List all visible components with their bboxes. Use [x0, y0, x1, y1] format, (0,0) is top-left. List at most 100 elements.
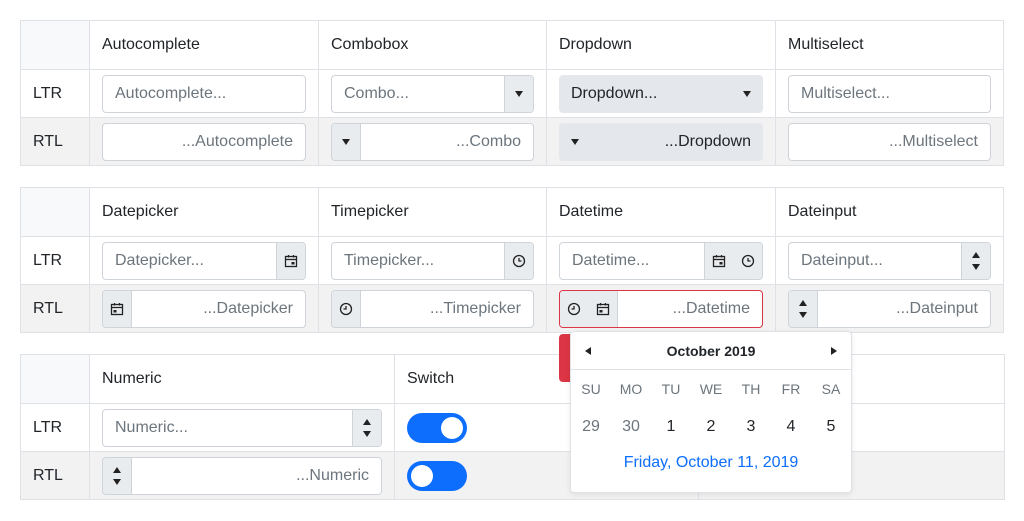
clock-icon[interactable]: [332, 290, 361, 327]
row-label-rtl: RTL: [20, 451, 90, 500]
next-month-icon[interactable]: [831, 346, 837, 355]
chevron-down-icon: [743, 90, 751, 97]
table-numeric-switch: Numeric Switch LTR Numeric... RTL ...Num…: [20, 354, 1005, 500]
header-numeric: Numeric: [89, 354, 395, 404]
table-header-row: Autocomplete Combobox Dropdown Multisele…: [20, 20, 1004, 70]
calendar-month-title[interactable]: October 2019: [667, 343, 756, 359]
chevron-up-icon[interactable]: [972, 251, 980, 258]
table-header-row: Numeric Switch: [20, 354, 1005, 404]
table-row: LTR Numeric...: [20, 403, 1005, 452]
table-date-time: Datepicker Timepicker Datetime Dateinput…: [20, 187, 1004, 333]
table-row: RTL ...Autocomplete ...Combo ...Dropdown…: [20, 117, 1004, 166]
table-row: LTR Datepicker... Timepicker... Datetime…: [20, 236, 1004, 285]
calendar-icon[interactable]: [596, 302, 610, 316]
weekday-label: FR: [781, 381, 801, 397]
corner-cell: [20, 187, 90, 237]
switch-knob: [411, 464, 433, 487]
chevron-down-icon[interactable]: [332, 123, 361, 160]
dateinput-input-rtl[interactable]: ...Dateinput: [788, 289, 991, 328]
dateinput-input-ltr[interactable]: Dateinput...: [788, 241, 991, 280]
table-row: RTL ...Numeric: [20, 451, 1005, 500]
header-autocomplete: Autocomplete: [89, 20, 319, 70]
row-label-ltr: LTR: [20, 69, 90, 118]
calendar-icon[interactable]: [712, 254, 726, 268]
header-datepicker: Datepicker: [89, 187, 319, 237]
clock-icon[interactable]: [504, 242, 533, 279]
corner-cell: [20, 354, 90, 404]
weekday-label: WE: [699, 381, 723, 397]
row-label-ltr: LTR: [20, 236, 90, 285]
today-link[interactable]: Friday, October 11, 2019: [571, 454, 851, 472]
calendar-day[interactable]: 1: [651, 418, 691, 436]
spinner-buttons[interactable]: [103, 457, 132, 494]
combobox-input-rtl[interactable]: ...Combo: [331, 122, 534, 161]
header-datetime: Datetime: [546, 187, 776, 237]
weekday-label: MO: [619, 381, 643, 397]
table-row: LTR Autocomplete... Combo... Dropdown...…: [20, 69, 1004, 118]
timepicker-input-rtl[interactable]: ...Timepicker: [331, 289, 534, 328]
chevron-down-icon[interactable]: [113, 478, 121, 485]
datetime-input-ltr[interactable]: Datetime...: [559, 241, 763, 280]
calendar-icon[interactable]: [276, 242, 305, 279]
row-label-rtl: RTL: [20, 117, 90, 166]
weekday-row: SU MO TU WE TH FR SA: [571, 370, 851, 408]
table-selectors: Autocomplete Combobox Dropdown Multisele…: [20, 20, 1004, 166]
weekday-label: SA: [821, 381, 841, 397]
datepicker-input-rtl[interactable]: ...Datepicker: [102, 289, 306, 328]
autocomplete-input-ltr[interactable]: Autocomplete...: [102, 74, 306, 113]
chevron-down-icon[interactable]: [799, 311, 807, 318]
calendar-day[interactable]: 29: [571, 418, 611, 436]
spinner-buttons[interactable]: [961, 242, 990, 279]
clock-icon[interactable]: [741, 254, 755, 268]
weekday-label: SU: [581, 381, 601, 397]
datetime-input-rtl[interactable]: ...Datetime: [559, 289, 763, 328]
datepicker-input-ltr[interactable]: Datepicker...: [102, 241, 306, 280]
spinner-buttons[interactable]: [352, 409, 381, 446]
prev-month-icon[interactable]: [585, 346, 591, 355]
corner-cell: [20, 20, 90, 70]
row-label-ltr: LTR: [20, 403, 90, 452]
header-combobox: Combobox: [318, 20, 547, 70]
datetime-buttons: [560, 290, 618, 327]
multiselect-input-rtl[interactable]: ...Multiselect: [788, 122, 991, 161]
spinner-buttons[interactable]: [789, 290, 818, 327]
calendar-day[interactable]: 5: [811, 418, 851, 436]
chevron-down-icon[interactable]: [972, 263, 980, 270]
datetime-buttons: [704, 242, 762, 279]
multiselect-input-ltr[interactable]: Multiselect...: [788, 74, 991, 113]
chevron-down-icon: [571, 138, 579, 145]
calendar-day[interactable]: 3: [731, 418, 771, 436]
calendar-day[interactable]: 30: [611, 418, 651, 436]
row-label-rtl: RTL: [20, 284, 90, 333]
header-dropdown: Dropdown: [546, 20, 776, 70]
calendar-icon[interactable]: [103, 290, 132, 327]
weekday-label: TH: [741, 381, 761, 397]
dropdown-ltr[interactable]: Dropdown...: [559, 74, 763, 113]
numeric-input-rtl[interactable]: ...Numeric: [102, 456, 382, 495]
calendar-nav: October 2019: [571, 332, 851, 370]
timepicker-input-ltr[interactable]: Timepicker...: [331, 241, 534, 280]
chevron-up-icon[interactable]: [113, 466, 121, 473]
calendar-popup: October 2019 SU MO TU WE TH FR SA 29 30 …: [570, 331, 852, 493]
calendar-day[interactable]: 2: [691, 418, 731, 436]
chevron-up-icon[interactable]: [363, 418, 371, 425]
numeric-input-ltr[interactable]: Numeric...: [102, 408, 382, 447]
switch-knob: [441, 416, 463, 439]
weekday-label: TU: [661, 381, 681, 397]
header-dateinput: Dateinput: [775, 187, 1004, 237]
switch-rtl[interactable]: [407, 460, 467, 491]
combobox-input-ltr[interactable]: Combo...: [331, 74, 534, 113]
chevron-down-icon[interactable]: [504, 75, 533, 112]
header-timepicker: Timepicker: [318, 187, 547, 237]
autocomplete-input-rtl[interactable]: ...Autocomplete: [102, 122, 306, 161]
chevron-down-icon[interactable]: [363, 430, 371, 437]
table-row: RTL ...Datepicker ...Timepicker ...Datet…: [20, 284, 1004, 333]
date-row: 29 30 1 2 3 4 5: [571, 408, 851, 446]
calendar-day[interactable]: 4: [771, 418, 811, 436]
switch-ltr[interactable]: [407, 412, 467, 443]
clock-icon[interactable]: [567, 302, 581, 316]
dropdown-rtl[interactable]: ...Dropdown: [559, 122, 763, 161]
table-header-row: Datepicker Timepicker Datetime Dateinput: [20, 187, 1004, 237]
header-multiselect: Multiselect: [775, 20, 1004, 70]
chevron-up-icon[interactable]: [799, 299, 807, 306]
